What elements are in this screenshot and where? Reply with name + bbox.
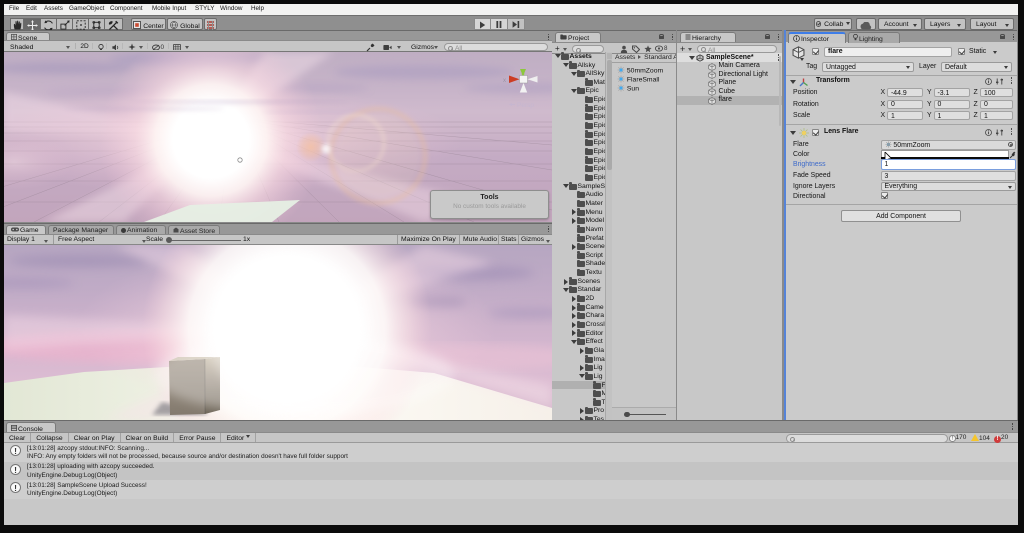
svg-text:Persp: Persp (517, 102, 534, 109)
svg-text:x: x (503, 78, 506, 84)
